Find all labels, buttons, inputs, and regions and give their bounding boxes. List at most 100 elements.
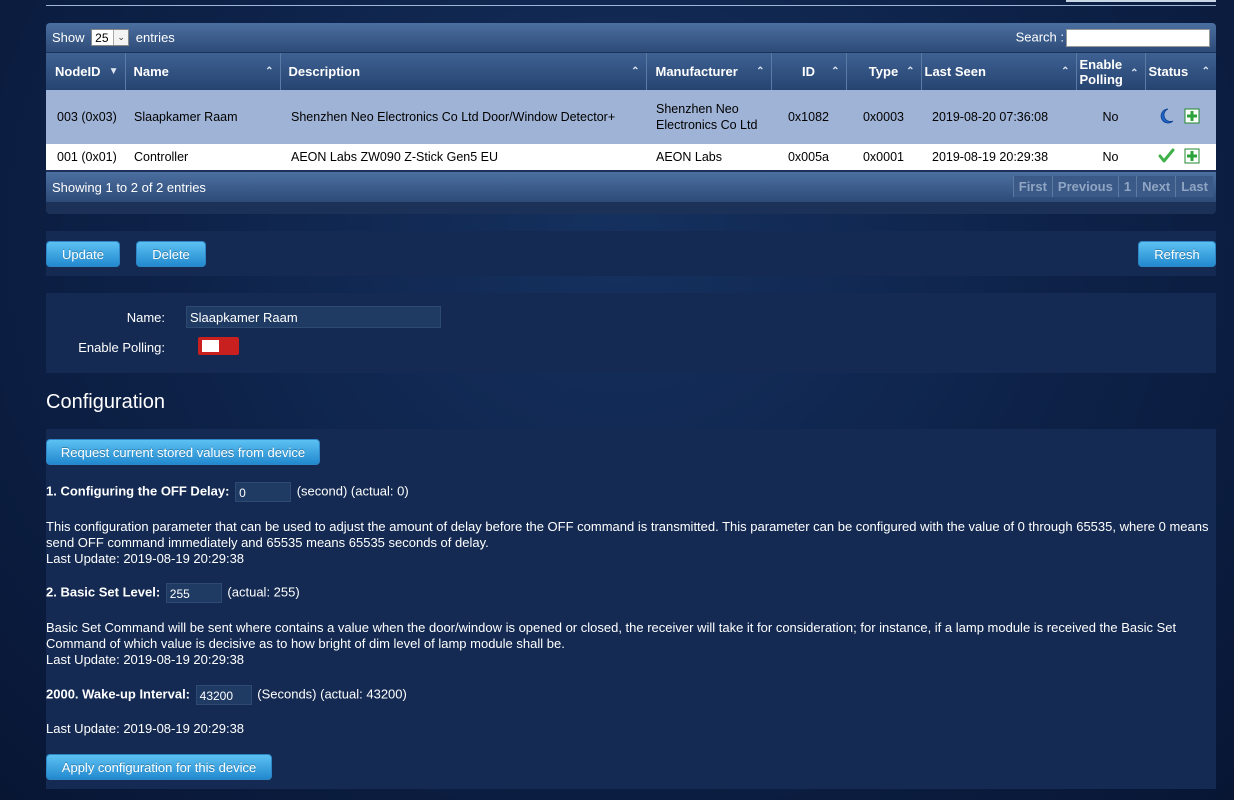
table-footer: Showing 1 to 2 of 2 entries First Previo… bbox=[46, 172, 1216, 202]
status-icons bbox=[1158, 148, 1200, 163]
table-row[interactable]: 001 (0x01) Controller AEON Labs ZW090 Z-… bbox=[46, 144, 1216, 170]
cell-name: Controller bbox=[125, 144, 280, 170]
col-label: Type bbox=[868, 64, 899, 79]
polling-label: Enable Polling: bbox=[78, 340, 165, 355]
cell-status bbox=[1145, 90, 1216, 144]
col-label: Status bbox=[1148, 64, 1189, 79]
col-status[interactable]: Status ⌃ bbox=[1145, 53, 1216, 90]
param-1-last-update: Last Update: 2019-08-19 20:29:38 bbox=[46, 551, 245, 566]
table-search: Search : bbox=[1016, 29, 1210, 47]
col-label: Last Seen bbox=[924, 64, 986, 79]
cell-last-seen: 2019-08-19 20:29:38 bbox=[921, 144, 1076, 170]
param-2-label: 2. Basic Set Level: bbox=[46, 584, 161, 600]
chevron-down-icon: ⌄ bbox=[113, 30, 129, 46]
header-search-strip bbox=[1066, 0, 1216, 2]
col-label: ID bbox=[802, 64, 815, 79]
param-2000-label: 2000. Wake-up Interval: bbox=[46, 686, 191, 702]
check-icon bbox=[1158, 148, 1175, 162]
cell-nodeid: 001 (0x01) bbox=[46, 144, 125, 170]
action-bar: Update Delete Refresh bbox=[46, 231, 1216, 276]
param-2-suffix: (actual: 255) bbox=[227, 584, 300, 600]
col-type[interactable]: Type ⌃ bbox=[846, 53, 922, 90]
param-2000: 2000. Wake-up Interval: 43200 (Seconds) … bbox=[46, 685, 407, 705]
sort-icon: ⌃ bbox=[756, 66, 765, 77]
status-icons bbox=[1160, 108, 1200, 123]
param-1-description: This configuration parameter that can be… bbox=[46, 519, 1209, 550]
toggle-knob bbox=[202, 340, 219, 352]
refresh-button[interactable]: Refresh bbox=[1138, 241, 1216, 267]
param-1-input[interactable]: 0 bbox=[235, 482, 292, 502]
cell-description: Shenzhen Neo Electronics Co Ltd Door/Win… bbox=[280, 90, 646, 144]
param-2000-suffix: (Seconds) (actual: 43200) bbox=[257, 686, 407, 702]
cell-type: 0x0003 bbox=[846, 90, 921, 144]
search-input[interactable] bbox=[1066, 29, 1210, 47]
cell-last-seen: 2019-08-20 07:36:08 bbox=[921, 90, 1076, 144]
cell-nodeid: 003 (0x03) bbox=[46, 90, 125, 144]
sort-icon: ⌃ bbox=[1130, 68, 1139, 79]
update-button[interactable]: Update bbox=[46, 241, 120, 267]
col-description[interactable]: Description ⌃ bbox=[280, 53, 647, 90]
name-label: Name: bbox=[126, 310, 165, 325]
header-divider bbox=[46, 5, 1216, 6]
pager-first[interactable]: First bbox=[1012, 176, 1052, 197]
node-settings-panel: Name: Slaapkamer Raam Enable Polling: bbox=[46, 293, 1216, 373]
add-icon bbox=[1184, 108, 1200, 123]
cell-name: Slaapkamer Raam bbox=[125, 90, 280, 144]
configuration-panel: Request current stored values from devic… bbox=[46, 429, 1216, 789]
entries-select-value: 25 bbox=[95, 31, 109, 46]
param-1: 1. Configuring the OFF Delay: 0 (second)… bbox=[46, 482, 409, 502]
cell-description: AEON Labs ZW090 Z-Stick Gen5 EU bbox=[280, 144, 646, 170]
pager-last[interactable]: Last bbox=[1175, 176, 1213, 197]
cell-polling: No bbox=[1076, 144, 1145, 170]
sort-icon: ⌃ bbox=[1201, 66, 1210, 77]
name-input[interactable]: Slaapkamer Raam bbox=[186, 306, 441, 328]
delete-button[interactable]: Delete bbox=[136, 241, 206, 267]
apply-configuration-button[interactable]: Apply configuration for this device bbox=[46, 754, 272, 780]
cell-manufacturer: Shenzhen Neo Electronics Co Ltd bbox=[646, 90, 771, 144]
add-icon bbox=[1184, 148, 1200, 163]
table-info: Showing 1 to 2 of 2 entries bbox=[52, 180, 206, 195]
col-id[interactable]: ID ⌃ bbox=[771, 53, 847, 90]
cell-status bbox=[1145, 144, 1216, 170]
table-header-row: NodeID ▼ Name ⌃ Description ⌃ Manufacturer ⌃… bbox=[46, 53, 1216, 90]
sort-icon: ⌃ bbox=[906, 66, 915, 77]
entries-select[interactable]: 25 ⌄ bbox=[91, 29, 130, 47]
sort-icon: ⌃ bbox=[265, 66, 274, 77]
search-label: Search : bbox=[1015, 29, 1064, 45]
col-manufacturer[interactable]: Manufacturer ⌃ bbox=[646, 53, 772, 90]
pager-previous[interactable]: Previous bbox=[1051, 176, 1118, 197]
param-1-label: 1. Configuring the OFF Delay: bbox=[46, 483, 230, 499]
entries-length: Show 25 ⌄ entries bbox=[52, 29, 175, 47]
col-nodeid[interactable]: NodeID ▼ bbox=[46, 53, 126, 90]
sort-icon: ⌃ bbox=[1061, 66, 1070, 77]
param-2000-last-update: Last Update: 2019-08-19 20:29:38 bbox=[46, 721, 245, 736]
table-row[interactable]: 003 (0x03) Slaapkamer Raam Shenzhen Neo … bbox=[46, 90, 1216, 144]
configuration-title: Configuration bbox=[46, 391, 165, 413]
cell-polling: No bbox=[1076, 90, 1145, 144]
pager-next[interactable]: Next bbox=[1136, 176, 1176, 197]
col-label: Description bbox=[288, 64, 361, 79]
moon-icon bbox=[1160, 108, 1174, 123]
param-2-input[interactable]: 255 bbox=[165, 583, 222, 603]
param-2000-input[interactable]: 43200 bbox=[195, 685, 252, 705]
table-toolbar: Show 25 ⌄ entries Search : bbox=[46, 23, 1216, 52]
devices-table-panel: Show 25 ⌄ entries Search : NodeID ▼ Name ⌃ … bbox=[46, 23, 1216, 214]
param-2: 2. Basic Set Level: 255 (actual: 255) bbox=[46, 583, 300, 603]
col-enable-polling[interactable]: Enable Polling ⌃ bbox=[1076, 53, 1146, 90]
param-2-description: Basic Set Command will be sent where con… bbox=[46, 620, 1177, 651]
polling-toggle[interactable] bbox=[198, 337, 239, 355]
cell-manufacturer: AEON Labs bbox=[646, 144, 771, 170]
length-label-post: entries bbox=[135, 30, 175, 45]
sort-icon: ⌃ bbox=[631, 66, 640, 77]
col-label: Enable Polling bbox=[1079, 56, 1123, 87]
sort-icon: ⌃ bbox=[831, 66, 840, 77]
col-name[interactable]: Name ⌃ bbox=[125, 53, 281, 90]
length-label: Show bbox=[52, 30, 85, 45]
cell-id: 0x005a bbox=[771, 144, 846, 170]
col-last-seen[interactable]: Last Seen ⌃ bbox=[921, 53, 1077, 90]
pager-page-1[interactable]: 1 bbox=[1117, 176, 1137, 197]
cell-id: 0x1082 bbox=[771, 90, 846, 144]
request-values-button[interactable]: Request current stored values from devic… bbox=[46, 439, 320, 465]
pagination: First Previous 1 Next Last bbox=[1012, 176, 1213, 197]
col-label: Manufacturer bbox=[655, 64, 738, 79]
